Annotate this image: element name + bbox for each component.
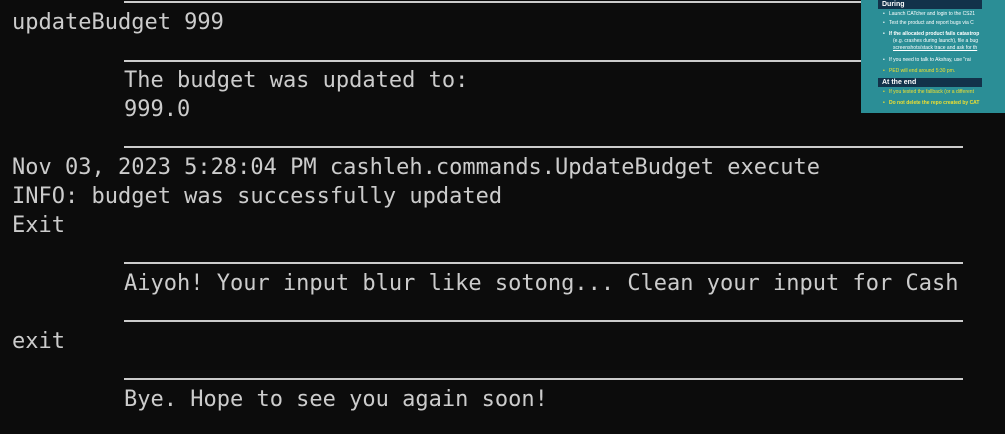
- log-timestamp-line: Nov 03, 2023 5:28:04 PM cashleh.commands…: [12, 155, 820, 180]
- during-header: During: [878, 0, 982, 9]
- command-update-budget: updateBudget 999: [12, 10, 224, 35]
- separator-line: [124, 60, 963, 62]
- thumb-bullet: If the allocated product fails catastrop: [883, 31, 979, 37]
- terminal-window[interactable]: updateBudget 999 The budget was updated …: [0, 0, 1005, 434]
- slide-preview-thumbnail[interactable]: During Launch CATcher and login to the C…: [861, 0, 1005, 113]
- thumb-bullet: If you need to talk to Akshay, use "rai: [883, 57, 971, 63]
- error-message: Aiyoh! Your input blur like sotong... Cl…: [124, 271, 959, 296]
- budget-value: 999.0: [124, 97, 191, 122]
- log-info-line: INFO: budget was successfully updated: [12, 184, 503, 209]
- budget-updated-message: The budget was updated to:: [124, 68, 469, 93]
- exit-output-line: Exit: [12, 213, 65, 238]
- thumb-bullet: Launch CATcher and login to the CS21: [883, 11, 975, 17]
- separator-line: [124, 1, 963, 3]
- thumb-bullet-continuation: (e.g. crashes during launch), file a bug: [893, 38, 979, 44]
- end-header: At the end: [878, 78, 982, 87]
- thumb-bullet: Test the product and report bugs via C: [883, 20, 974, 26]
- separator-line: [124, 320, 963, 322]
- thumb-bullet-continuation: screenshots/stack trace and ask for th: [893, 45, 978, 51]
- goodbye-message: Bye. Hope to see you again soon!: [124, 387, 548, 412]
- separator-line: [124, 262, 963, 264]
- command-exit: exit: [12, 329, 65, 354]
- thumb-bullet: Do not delete the repo created by CAT: [883, 100, 980, 106]
- separator-line: [124, 378, 963, 380]
- thumb-bullet: PED will end around 5:30 pm.: [883, 68, 955, 74]
- separator-line: [124, 146, 963, 148]
- thumb-bullet: If you tested the fallback (or a differe…: [883, 89, 974, 95]
